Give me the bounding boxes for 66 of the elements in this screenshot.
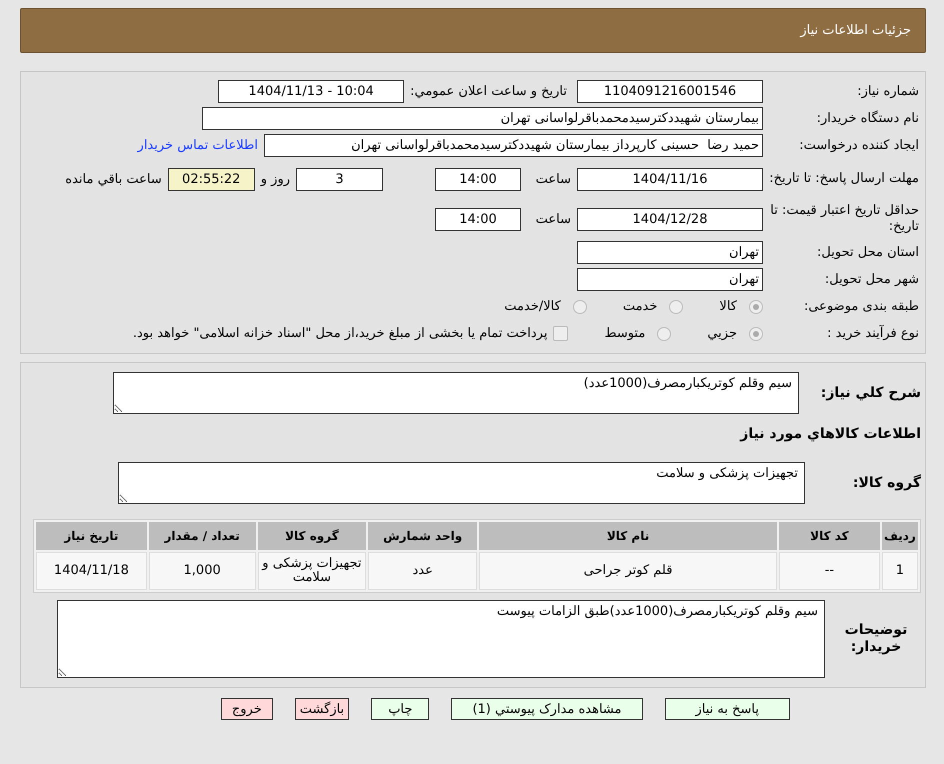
goods-group-textarea[interactable]: تجهیزات پزشکی و سلامت [118,462,805,504]
field-label: شرح کلي نیاز: [820,384,921,402]
radio-button[interactable] [669,300,684,314]
buyer-org-field[interactable]: بیمارستان شهیددکترسیدمحمدباقرلواسانی تهران [202,107,763,130]
column-header: گروه کالا [258,522,366,550]
field-label: نوع فرآیند خرید : [826,326,919,342]
column-header: تعداد / مقدار [148,522,256,550]
countdown-field[interactable]: 02:55:22 [168,168,255,190]
table-cell: قلم کوتر جراحی [479,552,778,590]
field-label: ساعت [534,172,571,186]
field-label: طبقه بندی موضوعی: [802,298,919,314]
action-button[interactable]: چاپ [371,698,430,720]
column-header: کد کالا [779,522,880,550]
field-label: ساعت باقي مانده [65,172,162,186]
radio-label: خدمت [622,299,658,314]
announce-date-field[interactable]: 1404/11/13 - 10:04 [218,80,404,103]
field-label: ایجاد کننده درخواست: [798,138,919,154]
action-button[interactable]: مشاهده مدارک پیوستي (1) [451,698,642,720]
field-label: استان محل تحویل: [816,244,919,260]
field-label: مهلت ارسال پاسخ: تا تاریخ: [769,171,919,187]
radio-button[interactable] [657,326,672,340]
city-field[interactable]: تهران [577,268,763,291]
requester-field[interactable]: حمید رضا حسینی کارپرداز بیمارستان شهیددکترسیدمحمدباقرلواسانی تهران [264,134,763,157]
column-header: ردیف [882,522,918,550]
page-title: جزئیات اطلاعات نیاز [800,23,911,38]
field-label: حداقل تاریخ اعتبار قیمت: تا تاریخ: [769,203,919,235]
radio-button[interactable] [749,300,763,314]
radio-label: متوسط [604,326,646,341]
checkbox[interactable] [553,326,568,341]
need-number-field[interactable]: 1104091216001546 [577,80,763,103]
action-button[interactable]: پاسخ به نیاز [664,698,790,720]
radio-label: جزيي [707,326,737,341]
radio-label: کالا/خدمت [504,299,561,314]
summary-textarea[interactable]: سیم وقلم کوتریکبارمصرف(1000عدد) [113,372,799,414]
field-label: شهر محل تحویل: [824,272,919,288]
table-cell: تجهیزات پزشکی و سلامت [258,552,366,590]
validity-time-field[interactable]: 14:00 [435,208,521,230]
checkbox-label: پرداخت تمام یا بخشی از مبلغ خرید،از محل "اسناد خزانه اسلامی" خواهد بود. [132,326,548,341]
field-label: توضیحات خریدار: [844,622,908,656]
province-field[interactable]: تهران [577,241,763,264]
days-field[interactable]: 3 [296,168,383,190]
action-button[interactable]: خروج [220,698,273,720]
field-label: تاریخ و ساعت اعلان عمومي: [410,84,567,99]
field-label: گروه کالا: [852,474,921,492]
table-cell: 1404/11/18 [36,552,147,590]
deadline-date-field[interactable]: 1404/11/16 [577,168,763,190]
buyer-notes-textarea[interactable]: سیم وقلم کوتریکبارمصرف(1000عدد)طبق الزامات پیوست [57,600,825,678]
field-label: نام دستگاه خریدار: [816,110,919,126]
column-header: تاریخ نیاز [36,522,147,550]
column-header: واحد شمارش [368,522,478,550]
deadline-time-field[interactable]: 14:00 [435,168,521,190]
column-header: نام کالا [479,522,778,550]
section-heading: اطلاعات کالاهاي مورد نیاز [740,426,921,442]
field-label: ساعت [534,212,571,226]
table-cell: -- [779,552,880,590]
field-label: شماره نیاز: [856,84,919,100]
validity-date-field[interactable]: 1404/12/28 [577,208,763,230]
radio-button[interactable] [749,326,763,340]
radio-label: کالا [719,299,737,314]
action-button[interactable]: بازگشت [294,698,350,720]
field-label: روز و [260,172,290,186]
radio-button[interactable] [572,300,587,314]
contact-link[interactable]: اطلاعات تماس خریدار [138,138,258,153]
table-cell: 1 [882,552,918,590]
table-cell: عدد [368,552,478,590]
table-cell: 1,000 [148,552,256,590]
